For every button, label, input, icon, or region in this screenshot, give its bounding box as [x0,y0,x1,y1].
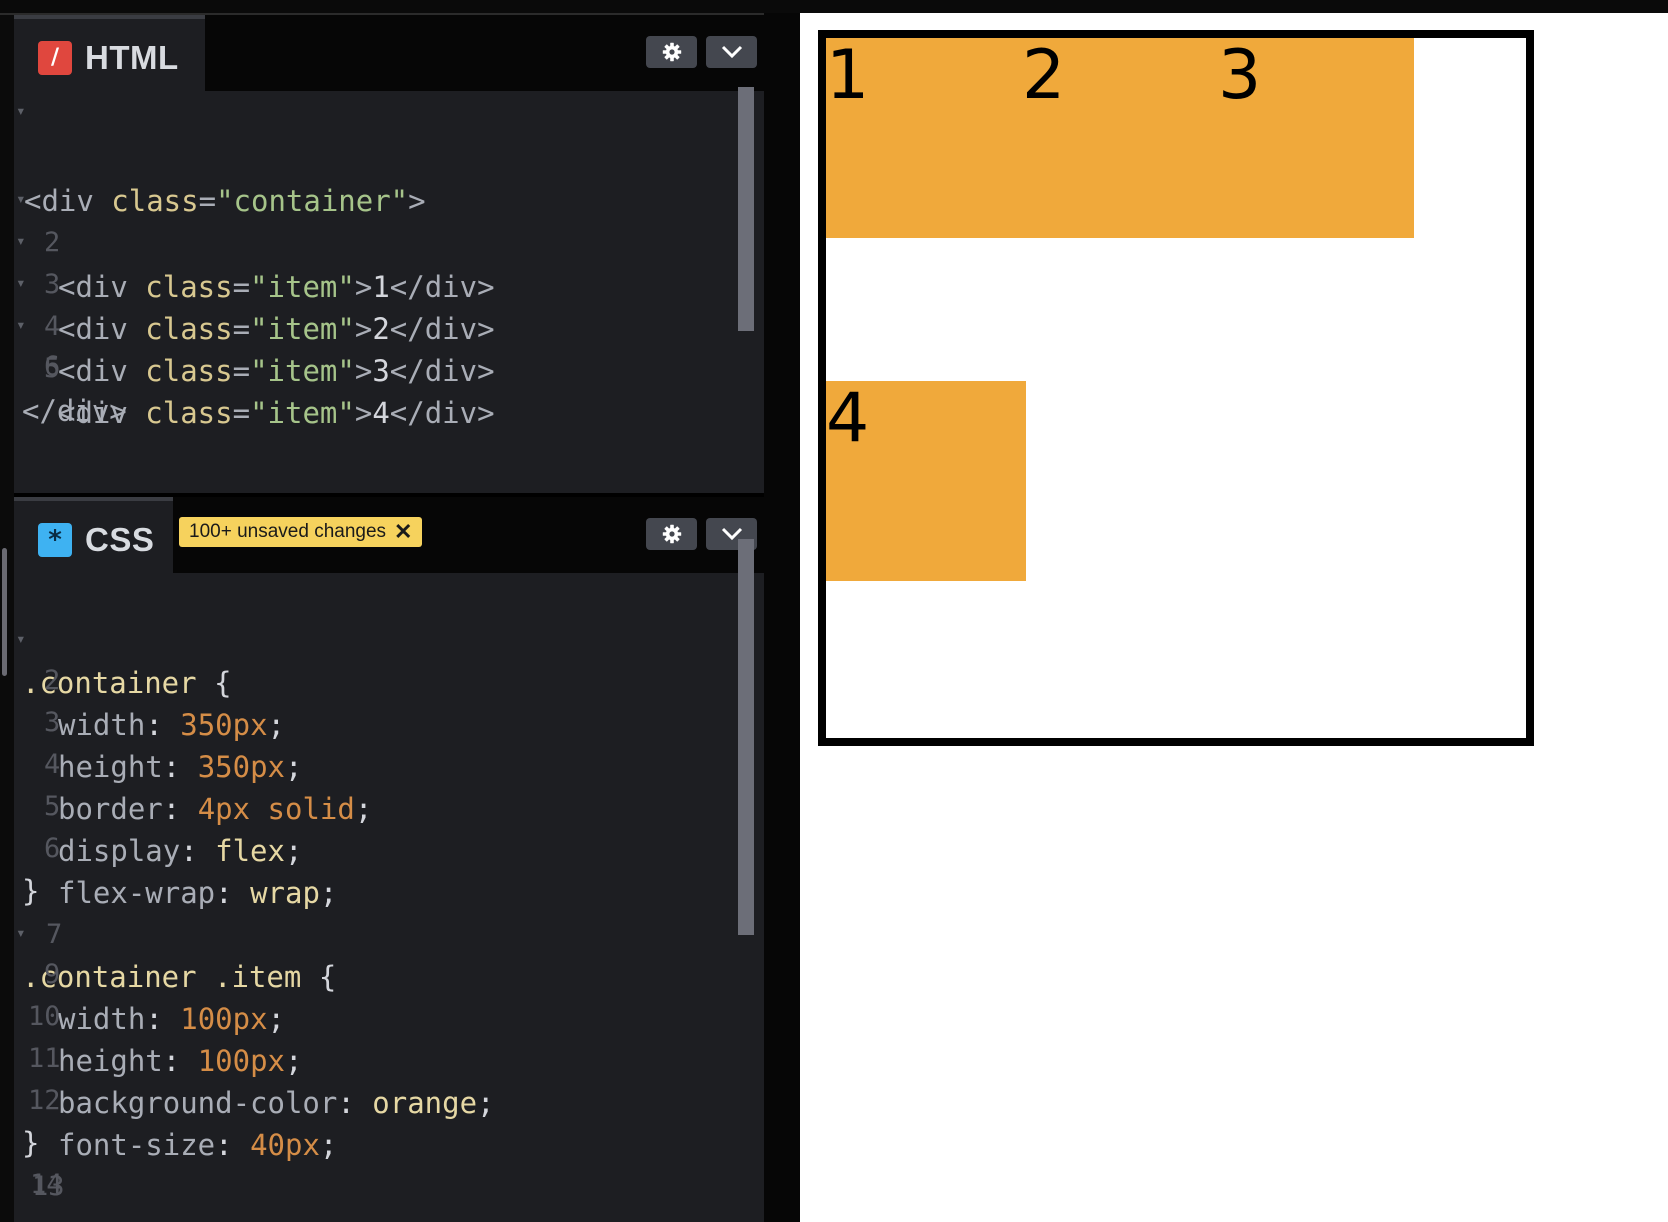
flex-item-3: 3 [1218,38,1414,238]
code-line: 11 background-color: orange; [28,1043,495,1120]
css-editor-panel: * CSS 100+ unsaved changes ✕ ▾ .containe… [14,497,764,1222]
code-line: 2 width: 350px; [44,665,286,742]
html-editor-panel: / HTML ▾ <div class="container"> ▾ 2 <di… [14,15,764,493]
unsaved-changes-badge: 100+ unsaved changes ✕ [179,517,423,547]
code-line: } 7 [22,874,63,950]
html-editor-header: / HTML [14,15,764,91]
code-line: ▾ 3 <div class="item">2</div> [14,175,495,346]
chevron-down-icon [721,45,742,59]
code-line: 5 display: flex; [44,791,303,868]
css-editor-tab[interactable]: * CSS [14,497,173,573]
code-line: 12 font-size: 40px; [28,1085,338,1162]
code-line: ▾ .container { [14,573,232,700]
code-line: 3 height: 350px; [44,707,303,784]
code-line: 9 width: 100px; [44,959,286,1036]
code-line: ▾ 2 <div class="item">1</div> [14,133,495,304]
code-line: 14 [30,1169,63,1200]
code-line: ▾ <div class="container"> [14,89,426,218]
css-scrollbar[interactable] [738,539,754,935]
flex-item-1: 1 [826,38,1026,238]
code-line: } 13 [22,1126,65,1202]
html-logo-icon: / [38,41,72,75]
gear-icon [662,42,681,62]
css-editor-header: * CSS 100+ unsaved changes ✕ [14,497,764,573]
flex-item-2: 2 [1022,38,1222,238]
html-editor-tab[interactable]: / HTML [14,15,205,91]
css-logo-icon: * [38,523,72,557]
code-line: ▾ 4 <div class="item">3</div> [14,217,495,388]
close-icon[interactable]: ✕ [394,517,412,547]
code-line: 6 flex-wrap: wrap; [44,833,338,910]
css-editor-title: CSS [85,521,155,558]
code-line: ▾ 5 <div class="item">4</div> [14,259,495,430]
gear-icon [662,524,681,544]
pane-divider[interactable] [764,13,800,1222]
html-settings-button[interactable] [646,36,697,68]
code-line: 4 border: 4px solid; [44,749,373,826]
resize-handle[interactable] [2,548,7,676]
preview-pane: 1 2 3 4 [800,13,1668,1222]
html-scrollbar[interactable] [738,87,754,331]
code-line: 10 height: 100px; [28,1001,303,1078]
html-collapse-button[interactable] [706,36,757,68]
code-line: ▾ .container .item { [14,867,336,994]
fold-arrow-icon[interactable]: ▾ [16,89,26,133]
flex-item-4: 4 [826,381,1026,581]
css-settings-button[interactable] [646,518,697,550]
unsaved-changes-text: 100+ unsaved changes [189,521,387,542]
flex-container: 1 2 3 4 [818,30,1534,746]
html-editor-title: HTML [85,39,179,76]
code-line: 6 </div> [22,351,127,428]
